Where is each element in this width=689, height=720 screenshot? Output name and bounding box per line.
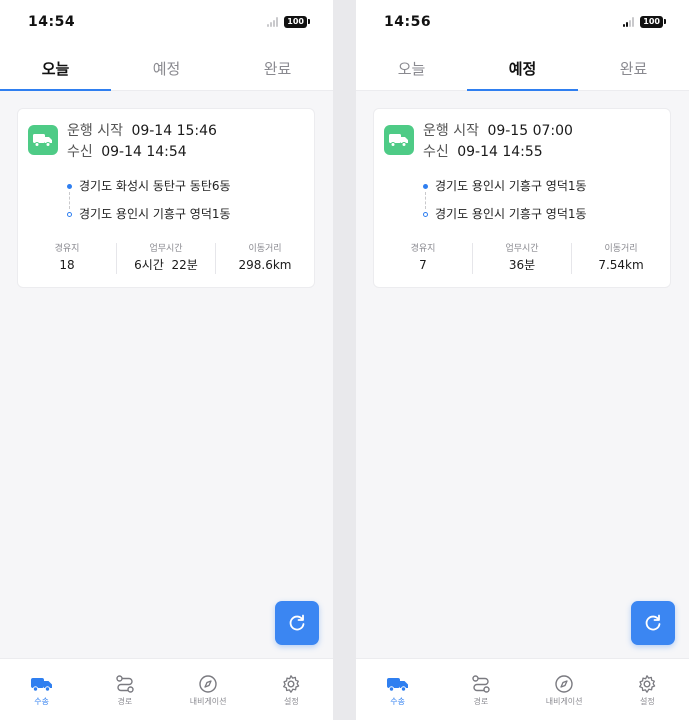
- truck-icon: [386, 673, 409, 695]
- stat-distance: 이동거리 298.6km: [215, 243, 314, 274]
- gear-icon: [281, 673, 301, 695]
- route-summary: 경기도 화성시 동탄구 동탄6동 경기도 용인시 기흥구 영덕1동: [65, 179, 231, 222]
- refresh-icon: [289, 614, 305, 631]
- nav-label: 경로: [117, 697, 133, 706]
- destination-address: 경기도 용인시 기흥구 영덕1동: [435, 207, 587, 221]
- destination-stop: 경기도 용인시 기흥구 영덕1동: [65, 207, 231, 222]
- stat-value: 298.6km: [238, 258, 292, 272]
- nav-label: 내비게이션: [189, 697, 227, 706]
- delivery-card[interactable]: 운행 시작 09-15 07:00 수신 09-14 14:55 경기도 용인시…: [373, 108, 671, 288]
- tab-scheduled[interactable]: 예정: [111, 48, 222, 90]
- tab-completed[interactable]: 완료: [578, 48, 689, 90]
- stat-value: 36분: [508, 258, 536, 272]
- status-bar: 14:56 100: [356, 0, 689, 48]
- stat-value: 7.54km: [598, 258, 644, 272]
- nav-navigation[interactable]: 내비게이션: [523, 659, 606, 720]
- refresh-button[interactable]: [275, 601, 319, 645]
- nav-transport[interactable]: 수송: [0, 659, 83, 720]
- receive-label: 수신: [67, 144, 93, 160]
- route-icon: [115, 673, 135, 695]
- nav-route[interactable]: 경로: [83, 659, 166, 720]
- status-bar: 14:54 100: [0, 0, 333, 48]
- stat-waypoints: 경유지 7: [374, 243, 472, 274]
- destination-stop: 경기도 용인시 기흥구 영덕1동: [421, 207, 587, 222]
- start-label: 운행 시작: [423, 123, 479, 139]
- nav-label: 설정: [284, 697, 299, 706]
- origin-stop: 경기도 화성시 동탄구 동탄6동: [65, 179, 231, 209]
- destination-dot-icon: [423, 212, 428, 217]
- stat-label: 경유지: [410, 244, 436, 254]
- origin-dot-icon: [423, 184, 428, 189]
- receive-value: 09-14 14:55: [457, 144, 543, 160]
- tab-scheduled[interactable]: 예정: [467, 48, 578, 91]
- signal-icon: [623, 17, 635, 27]
- battery-icon: 100: [284, 16, 310, 28]
- stat-work-time: 업무시간 6시간 22분: [116, 243, 215, 274]
- nav-label: 내비게이션: [545, 697, 583, 706]
- receive-time-row: 수신 09-14 14:54: [67, 142, 217, 163]
- phone-screen-today: 14:54 100 오늘 예정 완료 운행 시작 09-14 15:46 수신 …: [0, 0, 333, 720]
- bottom-nav: 수송 경로 내비게이션 설정: [356, 658, 689, 720]
- destination-address: 경기도 용인시 기흥구 영덕1동: [79, 207, 231, 221]
- start-time-row: 운행 시작 09-15 07:00: [423, 121, 573, 142]
- route-summary: 경기도 용인시 기흥구 영덕1동 경기도 용인시 기흥구 영덕1동: [421, 179, 587, 222]
- tab-today[interactable]: 오늘: [0, 48, 111, 91]
- trip-stats: 경유지 18 업무시간 6시간 22분 이동거리 298.6km: [18, 243, 314, 274]
- start-value: 09-14 15:46: [131, 123, 217, 139]
- nav-settings[interactable]: 설정: [606, 659, 689, 720]
- tab-bar: 오늘 예정 완료: [356, 48, 689, 91]
- stat-label: 업무시간: [149, 244, 183, 254]
- nav-label: 경로: [473, 697, 489, 706]
- bottom-nav: 수송 경로 내비게이션 설정: [0, 658, 333, 720]
- status-time: 14:54: [28, 14, 76, 30]
- stat-label: 경유지: [54, 244, 80, 254]
- stat-value: 6시간 22분: [134, 258, 198, 272]
- nav-transport[interactable]: 수송: [356, 659, 439, 720]
- stat-label: 이동거리: [248, 244, 282, 254]
- tab-today[interactable]: 오늘: [356, 48, 467, 90]
- phone-screen-scheduled: 14:56 100 오늘 예정 완료 운행 시작 09-15 07:00 수신 …: [356, 0, 689, 720]
- truck-icon: [30, 673, 53, 695]
- nav-settings[interactable]: 설정: [250, 659, 333, 720]
- start-label: 운행 시작: [67, 123, 123, 139]
- compass-icon: [554, 673, 574, 695]
- origin-address: 경기도 화성시 동탄구 동탄6동: [79, 179, 231, 193]
- start-value: 09-15 07:00: [487, 123, 573, 139]
- signal-icon: [267, 17, 279, 27]
- destination-dot-icon: [67, 212, 72, 217]
- stat-waypoints: 경유지 18: [18, 243, 116, 274]
- origin-stop: 경기도 용인시 기흥구 영덕1동: [421, 179, 587, 209]
- receive-time-row: 수신 09-14 14:55: [423, 142, 573, 163]
- nav-navigation[interactable]: 내비게이션: [167, 659, 250, 720]
- refresh-button[interactable]: [631, 601, 675, 645]
- receive-label: 수신: [423, 144, 449, 160]
- stat-label: 이동거리: [604, 244, 638, 254]
- stat-work-time: 업무시간 36분: [472, 243, 571, 274]
- stat-distance: 이동거리 7.54km: [571, 243, 670, 274]
- trip-stats: 경유지 7 업무시간 36분 이동거리 7.54km: [374, 243, 670, 274]
- gear-icon: [637, 673, 657, 695]
- battery-icon: 100: [640, 16, 666, 28]
- status-time: 14:56: [384, 14, 432, 30]
- route-icon: [471, 673, 491, 695]
- tab-completed[interactable]: 완료: [222, 48, 333, 90]
- nav-route[interactable]: 경로: [439, 659, 522, 720]
- start-time-row: 운행 시작 09-14 15:46: [67, 121, 217, 142]
- stat-value: 18: [59, 258, 75, 272]
- truck-icon: [384, 125, 414, 155]
- receive-value: 09-14 14:54: [101, 144, 187, 160]
- origin-address: 경기도 용인시 기흥구 영덕1동: [435, 179, 587, 193]
- refresh-icon: [645, 614, 661, 631]
- tab-bar: 오늘 예정 완료: [0, 48, 333, 91]
- nav-label: 수송: [390, 697, 405, 706]
- stat-value: 7: [419, 258, 427, 272]
- nav-label: 설정: [640, 697, 655, 706]
- origin-dot-icon: [67, 184, 72, 189]
- truck-icon: [28, 125, 58, 155]
- compass-icon: [198, 673, 218, 695]
- delivery-card[interactable]: 운행 시작 09-14 15:46 수신 09-14 14:54 경기도 화성시…: [17, 108, 315, 288]
- nav-label: 수송: [34, 697, 49, 706]
- stat-label: 업무시간: [505, 244, 539, 254]
